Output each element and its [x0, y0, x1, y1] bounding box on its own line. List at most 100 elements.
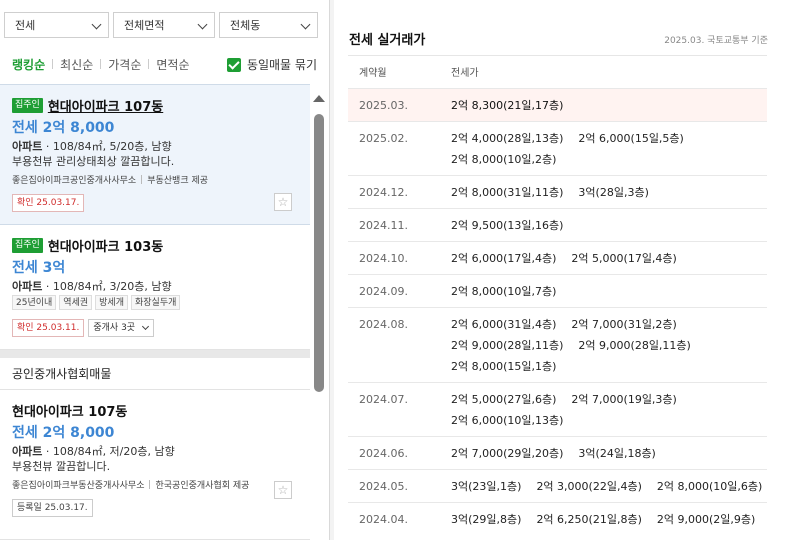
trade-price: 2억 8,000(10일,7층) — [451, 285, 557, 298]
trade-price: 2억 8,000(10일,2층) — [451, 153, 557, 166]
trade-history-title: 전세 실거래가 — [349, 33, 426, 48]
favorite-button[interactable]: ☆ — [274, 481, 292, 499]
checkbox-checked-icon[interactable] — [226, 57, 241, 72]
area-select[interactable]: 전체면적 — [113, 12, 215, 38]
listing-title[interactable]: 현대아이파크 107동 — [48, 96, 163, 115]
favorite-button[interactable]: ☆ — [274, 193, 292, 211]
listing-card[interactable]: 집주인 현대아이파크 103동 전세 3억 아파트 · 108/84㎡, 3/2… — [0, 225, 310, 350]
scroll-up-arrow-icon[interactable] — [313, 95, 325, 102]
section-title: 공인중개사협회매물 — [0, 358, 310, 390]
trade-price: 2억 9,000(2일,9층) — [656, 513, 756, 526]
feature-tag: 역세권 — [59, 295, 93, 310]
trade-prices: 2억 6,000(17일,4층) 2억 5,000(17일,4층) — [451, 248, 692, 269]
trade-price-line: 3억(29일,8층) 2억 6,250(21일,8층) 2억 9,000(2일,9층… — [451, 509, 770, 530]
sort-area[interactable]: 면적순 — [156, 56, 189, 73]
trade-row: 2024.12. 2억 8,000(31일,11층) 3억(28일,3층) — [348, 175, 767, 208]
trade-price-line: 2억 9,000(28일,11층) 2억 9,000(28일,11층) — [451, 335, 706, 356]
trade-row: 2024.09. 2억 8,000(10일,7층) — [348, 274, 767, 307]
listing-spec: 아파트 · 108/84㎡, 저/20층, 남향 — [12, 445, 175, 458]
agents-label: 중개사 3곳 — [93, 323, 136, 333]
chevron-down-icon — [142, 322, 150, 331]
listing-panel: 전세 전체면적 전체동 랭킹순 최신순 가격순 면적순 동일매물 묶기 집주인 … — [0, 0, 330, 540]
agents-dropdown[interactable]: 중개사 3곳 — [88, 319, 155, 337]
trade-month: 2024.06. — [359, 447, 408, 460]
trade-price-line: 2억 8,000(15일,1층) — [451, 356, 706, 377]
trade-row: 2024.04. 3억(29일,8층) 2억 6,250(21일,8층) 2억 9,0… — [348, 502, 767, 535]
trade-month: 2024.10. — [359, 252, 408, 265]
same-merge-label: 동일매물 묶기 — [246, 58, 317, 72]
trade-history-panel: 전세 실거래가 2025.03. 국토교통부 기준 계약월 전세가 2025.0… — [334, 0, 785, 540]
trade-price: 2억 8,300(21일,17층) — [451, 99, 564, 112]
trade-price-line: 2억 6,000(10일,13층) — [451, 410, 692, 431]
feature-tag: 25년이내 — [12, 295, 57, 310]
chevron-down-icon — [300, 19, 311, 30]
trade-row: 2024.10. 2억 6,000(17일,4층) 2억 5,000(17일,4층) — [348, 241, 767, 274]
sort-price[interactable]: 가격순 — [108, 56, 141, 73]
listing-card[interactable]: 집주인 현대아이파크 107동 전세 2억 8,000 아파트 · 108/84… — [0, 84, 310, 225]
trade-price-line: 2억 6,000(31일,4층) 2억 7,000(31일,2층) — [451, 314, 706, 335]
area-value: 전체면적 — [124, 19, 165, 32]
sort-bar: 랭킹순 최신순 가격순 면적순 동일매물 묶기 — [12, 55, 317, 73]
trade-price: 2억 8,000(31일,11층) — [451, 186, 564, 199]
column-header-price: 전세가 — [451, 68, 479, 79]
trade-prices: 2억 7,000(29일,20층) 3억(24일,18층) — [451, 443, 671, 464]
listing-card[interactable]: 현대아이파크 107동 전세 2억 8,000 아파트 · 108/84㎡, 저… — [0, 390, 310, 540]
trade-history-source: 2025.03. 국토교통부 기준 — [664, 36, 768, 46]
listing-title[interactable]: 현대아이파크 107동 — [12, 401, 127, 420]
column-header-month: 계약월 — [359, 68, 387, 79]
owner-badge: 집주인 — [12, 237, 43, 253]
trade-price-line: 2억 8,000(10일,2층) — [451, 149, 699, 170]
listing-list: 집주인 현대아이파크 107동 전세 2억 8,000 아파트 · 108/84… — [0, 84, 310, 540]
trade-price: 2억 9,500(13일,16층) — [451, 219, 564, 232]
star-icon: ☆ — [277, 195, 289, 209]
same-listing-merge-toggle[interactable]: 동일매물 묶기 — [226, 56, 317, 73]
trade-price-line: 2억 6,000(17일,4층) 2억 5,000(17일,4층) — [451, 248, 692, 269]
trade-price: 3억(24일,18층) — [578, 447, 656, 460]
trade-month: 2024.08. — [359, 318, 408, 331]
listing-title[interactable]: 현대아이파크 103동 — [48, 236, 163, 255]
divider — [149, 479, 151, 489]
listing-price: 전세 2억 8,000 — [12, 120, 115, 136]
trade-month: 2024.04. — [359, 513, 408, 526]
trade-type-value: 전세 — [15, 19, 36, 32]
trade-month: 2024.11. — [359, 219, 408, 232]
sort-latest[interactable]: 최신순 — [60, 56, 93, 73]
listing-price: 전세 2억 8,000 — [12, 425, 115, 441]
trade-type-select[interactable]: 전세 — [4, 12, 109, 38]
agency-name: 좋은집아이파크공인중개사사무소 — [12, 175, 137, 186]
trade-row: 2025.03. 2억 8,300(21일,17층) — [348, 88, 767, 121]
trade-prices: 3억(23일,1층) 2억 3,000(22일,4층) 2억 8,000(10일,6… — [451, 476, 777, 497]
divider — [141, 174, 143, 184]
chevron-down-icon — [91, 19, 102, 30]
trade-price: 2억 9,000(28일,11층) — [451, 339, 564, 352]
trade-row: 2024.08. 2억 6,000(31일,4층) 2억 7,000(31일,2층)… — [348, 307, 767, 382]
section-divider — [0, 350, 310, 358]
trade-row: 2024.07. 2억 5,000(27일,6층) 2억 7,000(19일,3층)… — [348, 382, 767, 436]
trade-month: 2025.03. — [359, 99, 408, 112]
listing-price: 전세 3억 — [12, 260, 66, 276]
trade-prices: 2억 4,000(28일,13층) 2억 6,000(15일,5층) 2억 8,00… — [451, 128, 699, 170]
trade-price: 2억 8,000(10일,6층) — [656, 480, 763, 493]
register-date-badge: 등록일 25.03.17. — [12, 499, 93, 517]
trade-price-line: 2억 5,000(27일,6층) 2억 7,000(19일,3층) — [451, 389, 692, 410]
trade-price: 2억 6,000(10일,13층) — [451, 414, 564, 427]
owner-badge: 집주인 — [12, 97, 43, 113]
trade-price: 2억 4,000(28일,13층) — [451, 132, 564, 145]
filter-bar: 전세 전체면적 전체동 — [4, 12, 318, 38]
agency-name: 좋은집아이파크부동산중개사사무소 — [12, 480, 145, 491]
trade-history-table: 2025.03. 2억 8,300(21일,17층) 2025.02. 2억 4,00… — [348, 88, 767, 535]
listing-spec: 아파트 · 108/84㎡, 3/20층, 남향 — [12, 280, 172, 293]
listing-scrollbar[interactable] — [312, 92, 326, 540]
chevron-down-icon — [197, 19, 208, 30]
trade-month: 2025.02. — [359, 132, 408, 145]
trade-price: 2억 7,000(29일,20층) — [451, 447, 564, 460]
confirm-date-badge: 확인 25.03.17. — [12, 194, 85, 212]
listing-source: 좋은집아이파크부동산중개사사무소 한국공인중개사협회 제공 — [12, 478, 298, 491]
trade-price: 2억 6,000(17일,4층) — [451, 252, 557, 265]
trade-price: 2억 6,000(15일,5층) — [578, 132, 684, 145]
trade-row: 2024.05. 3억(23일,1층) 2억 3,000(22일,4층) 2억 8,0… — [348, 469, 767, 502]
scroll-thumb[interactable] — [314, 114, 324, 392]
sort-ranking[interactable]: 랭킹순 — [12, 56, 45, 73]
building-select[interactable]: 전체동 — [219, 12, 318, 38]
trade-price: 2억 8,000(15일,1층) — [451, 360, 557, 373]
